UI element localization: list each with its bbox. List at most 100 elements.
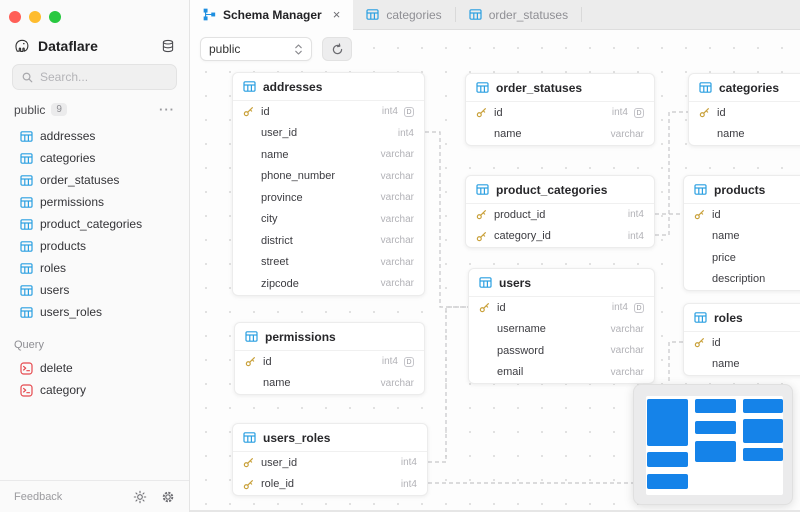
table-icon — [243, 80, 256, 93]
more-options-icon[interactable]: ··· — [159, 102, 175, 117]
column-type: varchar — [380, 256, 414, 268]
column-name: id — [263, 355, 272, 368]
sidebar-item-products[interactable]: products — [0, 235, 189, 257]
table-card-categories[interactable]: categories id name — [688, 73, 800, 146]
column-row: id — [684, 204, 800, 226]
sidebar-item-product_categories[interactable]: product_categories — [0, 213, 189, 235]
column-type: varchar — [380, 192, 414, 204]
primary-key-icon — [243, 106, 255, 117]
tab-schema-manager[interactable]: Schema Manager × — [190, 0, 354, 30]
primary-key-icon — [694, 209, 706, 220]
column-type: int4 — [381, 106, 398, 118]
table-icon — [20, 218, 33, 231]
sidebar-item-users[interactable]: users — [0, 279, 189, 301]
sidebar-item-categories[interactable]: categories — [0, 147, 189, 169]
terminal-icon — [20, 361, 33, 375]
query-item-category[interactable]: category — [0, 379, 189, 401]
refresh-icon — [331, 42, 344, 56]
column-name: zipcode — [261, 277, 299, 290]
sidebar-item-roles[interactable]: roles — [0, 257, 189, 279]
table-icon — [20, 196, 33, 209]
table-name: users_roles — [263, 430, 331, 445]
table-name: product_categories — [496, 182, 608, 197]
table-card-order_statuses[interactable]: order_statuses id int4 Dname varchar — [465, 73, 655, 146]
column-row: street varchar — [233, 252, 424, 274]
tab-categories[interactable]: categories — [353, 0, 454, 29]
database-icon[interactable] — [161, 39, 175, 53]
search-box[interactable] — [12, 64, 177, 90]
sidebar-item-label: products — [40, 239, 87, 253]
query-item-delete[interactable]: delete — [0, 357, 189, 379]
column-type: int4 — [381, 356, 398, 368]
schema-name: public — [14, 102, 46, 117]
zoom-window-button[interactable] — [49, 11, 61, 23]
terminal-icon — [20, 383, 33, 397]
column-row: product_id int4 — [466, 204, 654, 226]
column-name: password — [497, 344, 545, 357]
schema-select[interactable]: public — [200, 37, 312, 61]
schema-icon — [203, 8, 216, 21]
sidebar-item-addresses[interactable]: addresses — [0, 125, 189, 147]
close-window-button[interactable] — [9, 11, 21, 23]
table-card-header: users — [469, 269, 654, 297]
minimap[interactable] — [633, 384, 793, 505]
column-name: email — [497, 366, 524, 379]
sidebar-item-label: roles — [40, 261, 67, 275]
column-row: name — [689, 124, 800, 146]
column-row: category_id int4 — [466, 226, 654, 248]
column-name: id — [261, 105, 270, 118]
minimap-node — [743, 399, 783, 413]
search-input[interactable] — [40, 70, 160, 84]
primary-key-icon — [476, 231, 488, 242]
sidebar-item-label: users_roles — [40, 305, 103, 319]
column-row: id int4 D — [235, 351, 424, 373]
default-value-badge: D — [404, 356, 414, 367]
primary-key-icon — [699, 107, 711, 118]
column-type: varchar — [380, 235, 414, 247]
settings-gear-icon[interactable] — [161, 490, 175, 504]
schema-select-value: public — [209, 42, 241, 56]
column-name: user_id — [261, 127, 298, 140]
table-count-badge: 9 — [51, 103, 67, 116]
refresh-button[interactable] — [322, 37, 352, 61]
schema-row[interactable]: public 9 ··· — [0, 90, 189, 123]
column-type: varchar — [380, 149, 414, 161]
close-tab-icon[interactable]: × — [333, 7, 341, 22]
column-name: description — [712, 273, 766, 286]
table-card-product_categories[interactable]: product_categories product_id int4 category… — [465, 175, 655, 248]
schema-canvas[interactable]: public addresses id int4 Duser_id int4 name va… — [190, 30, 800, 512]
column-type: int4 — [611, 302, 628, 314]
minimize-window-button[interactable] — [29, 11, 41, 23]
table-card-header: product_categories — [466, 176, 654, 204]
column-name: role_id — [261, 478, 295, 491]
column-type: varchar — [380, 377, 414, 389]
sidebar-item-users_roles[interactable]: users_roles — [0, 301, 189, 323]
postgres-elephant-icon — [14, 38, 30, 54]
table-card-roles[interactable]: roles id name — [683, 303, 800, 376]
column-name: id — [494, 106, 503, 119]
table-card-products[interactable]: products id name price description — [683, 175, 800, 291]
table-icon — [476, 81, 489, 94]
minimap-node — [743, 419, 783, 443]
table-card-header: users_roles — [233, 424, 427, 452]
table-card-users[interactable]: users id int4 Dusername varchar password varch… — [468, 268, 655, 384]
column-name: name — [494, 128, 522, 141]
table-card-permissions[interactable]: permissions id int4 Dname varchar — [234, 322, 425, 395]
sidebar-item-order_statuses[interactable]: order_statuses — [0, 169, 189, 191]
theme-sun-icon[interactable] — [133, 490, 147, 504]
table-card-users_roles[interactable]: users_roles user_id int4 role_id int4 — [232, 423, 428, 496]
column-row: phone_number varchar — [233, 166, 424, 188]
query-list: delete category — [0, 355, 189, 403]
feedback-link[interactable]: Feedback — [14, 491, 119, 503]
tab-order-statuses[interactable]: order_statuses — [456, 0, 581, 29]
column-name: name — [261, 148, 289, 161]
column-type: varchar — [380, 170, 414, 182]
app-window: Dataflare public 9 ··· addresses categori… — [0, 0, 800, 512]
table-icon — [20, 284, 33, 297]
table-name: order_statuses — [496, 80, 583, 95]
table-icon — [20, 262, 33, 275]
table-icon — [20, 130, 33, 143]
sidebar-item-permissions[interactable]: permissions — [0, 191, 189, 213]
table-card-header: categories — [689, 74, 800, 102]
table-card-addresses[interactable]: addresses id int4 Duser_id int4 name varchar ph… — [232, 72, 425, 296]
